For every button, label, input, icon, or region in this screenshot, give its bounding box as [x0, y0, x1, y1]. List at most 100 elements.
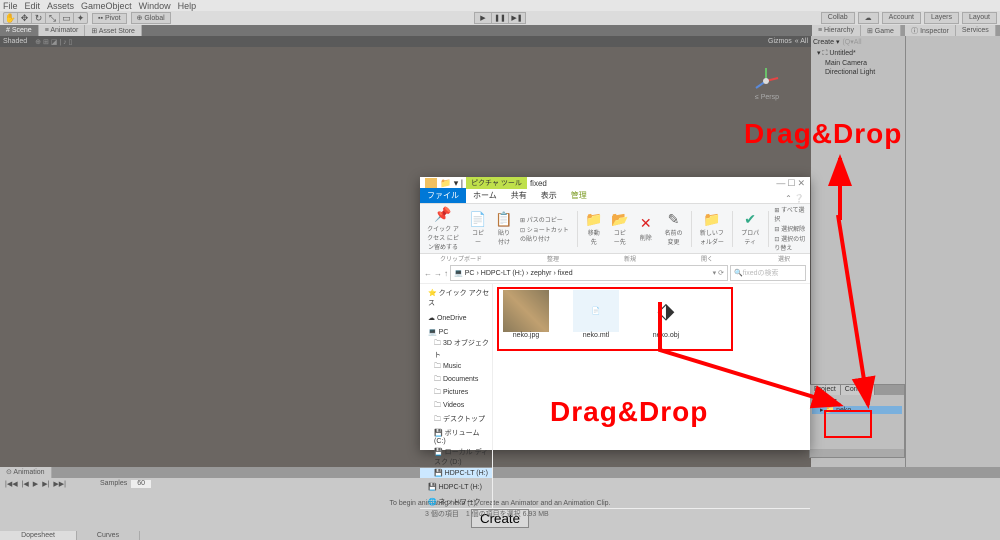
- rib-move[interactable]: 📁移動先: [584, 211, 604, 246]
- ribbon-collapse-icon[interactable]: ⌃ ❔: [785, 194, 804, 203]
- nav-music[interactable]: 🗀 Music: [420, 361, 492, 374]
- nav-hd[interactable]: 💾 HDPC-LT (H:): [420, 468, 492, 478]
- rect-tool[interactable]: ▭: [60, 13, 74, 23]
- max-icon[interactable]: ☐: [787, 178, 795, 189]
- rib-label-clipboard: クリップボード: [440, 254, 482, 263]
- nav-hd2[interactable]: 💾 HDPC-LT (H:): [420, 482, 492, 492]
- ribtab-view[interactable]: 表示: [534, 188, 564, 203]
- menu-assets[interactable]: Assets: [47, 1, 74, 11]
- nav-pc[interactable]: 💻 PC: [420, 327, 492, 337]
- nav-pane[interactable]: ⭐ クイック アクセス ☁ OneDrive 💻 PC 🗀 3D オブジェクト …: [420, 284, 493, 508]
- nav-onedrive[interactable]: ☁ OneDrive: [420, 313, 492, 323]
- toolbar: ✋ ✥ ↻ ⤡ ▭ ✦ ▪▪Pivot ⊕Global ▶ ❚❚ ▶❚ Coll…: [0, 11, 1000, 25]
- nav-videos[interactable]: 🗀 Videos: [420, 400, 492, 413]
- hierarchy-directional-light[interactable]: Directional Light: [813, 68, 903, 77]
- ribtab-home[interactable]: ホーム: [466, 188, 504, 203]
- rib-selectnone[interactable]: ⊟ 選択解除: [774, 224, 806, 233]
- nav-pics[interactable]: 🗀 Pictures: [420, 387, 492, 400]
- menu-gameobject[interactable]: GameObject: [81, 1, 132, 11]
- rib-selectall[interactable]: ⊞ すべて選択: [774, 205, 806, 223]
- tab-services[interactable]: Services: [956, 25, 996, 36]
- anim-first[interactable]: |◀◀: [5, 480, 18, 488]
- rib-prop[interactable]: ✔プロパティ: [739, 211, 762, 246]
- collab-button[interactable]: Collab: [821, 12, 855, 24]
- hierarchy-create[interactable]: Create ▾: [813, 38, 839, 46]
- tab-animation[interactable]: ⊙ Animation: [0, 467, 52, 478]
- project-tabs: Project Console: [810, 385, 904, 395]
- address-path[interactable]: 💻PC›HDPC-LT (H:)›zephyr›fixed ▾ ⟳: [450, 265, 728, 281]
- min-icon[interactable]: —: [776, 178, 785, 189]
- rib-pin[interactable]: 📌クイック アクセス にピン留めする: [424, 207, 462, 251]
- menu-edit[interactable]: Edit: [25, 1, 41, 11]
- dopesheet-tab[interactable]: Dopesheet: [0, 531, 77, 540]
- nav-desk[interactable]: 🗀 デスクトップ: [420, 413, 492, 427]
- transform-tool[interactable]: ✦: [74, 13, 87, 23]
- menu-file[interactable]: File: [3, 1, 18, 11]
- scale-tool[interactable]: ⤡: [46, 13, 60, 23]
- global-button[interactable]: ⊕Global: [131, 12, 171, 24]
- ribtab-manage[interactable]: 管理: [564, 188, 594, 203]
- rib-label-select: 選択: [778, 254, 790, 263]
- menu-help[interactable]: Help: [178, 1, 197, 11]
- nav-3d[interactable]: 🗀 3D オブジェクト: [420, 337, 492, 361]
- hierarchy-scene-root[interactable]: ▾ ⛶ Untitled*: [813, 48, 903, 59]
- close-icon[interactable]: ✕: [797, 178, 805, 189]
- assets-root[interactable]: Assets: [812, 397, 902, 406]
- tab-scene[interactable]: # Scene: [0, 25, 39, 36]
- axis-gizmo[interactable]: [751, 66, 781, 96]
- ribtab-share[interactable]: 共有: [504, 188, 534, 203]
- move-tool[interactable]: ✥: [18, 13, 32, 23]
- rib-copy[interactable]: 📄コピー: [468, 211, 488, 246]
- menu-window[interactable]: Window: [139, 1, 171, 11]
- scene-search[interactable]: « All: [795, 38, 808, 45]
- anim-next[interactable]: ▶|: [42, 480, 49, 488]
- anim-play[interactable]: ▶: [33, 480, 38, 488]
- pause-button[interactable]: ❚❚: [492, 13, 509, 23]
- rib-copyto[interactable]: 📂コピー先: [610, 211, 630, 246]
- hierarchy-search[interactable]: (Q▾All: [842, 38, 861, 46]
- hierarchy-main-camera[interactable]: Main Camera: [813, 59, 903, 68]
- anim-last[interactable]: ▶▶|: [53, 480, 66, 488]
- rib-newfolder[interactable]: 📁新しいフォルダー: [698, 211, 726, 246]
- layers-button[interactable]: Layers: [924, 12, 959, 24]
- rotate-tool[interactable]: ↻: [32, 13, 46, 23]
- nav-quick[interactable]: ⭐ クイック アクセス: [420, 287, 492, 309]
- play-button[interactable]: ▶: [475, 13, 492, 23]
- tab-animator[interactable]: ≡ Animator: [39, 25, 86, 36]
- tab-assetstore[interactable]: ⊞ Asset Store: [85, 25, 142, 36]
- ribtab-file[interactable]: ファイル: [420, 188, 466, 203]
- nav-vol[interactable]: 💾 ボリューム (C:): [420, 427, 492, 446]
- nav-net[interactable]: 🌐 ネットワーク: [420, 496, 492, 508]
- tab-console[interactable]: Console: [841, 385, 876, 395]
- scene-toolbar: Shaded ⊕ ⊞ ◪ | ♪ ▯ Gizmos « All: [0, 36, 811, 47]
- cloud-button[interactable]: ☁: [858, 12, 879, 24]
- up-icon[interactable]: ↑: [444, 269, 448, 278]
- tab-hierarchy[interactable]: ≡ Hierarchy: [812, 25, 861, 36]
- fwd-icon[interactable]: →: [434, 269, 442, 278]
- rib-delete[interactable]: ✕削除: [636, 216, 656, 242]
- back-icon[interactable]: ←: [424, 269, 432, 278]
- nav-docs[interactable]: 🗀 Documents: [420, 374, 492, 387]
- samples-value[interactable]: 60: [131, 480, 151, 488]
- shading-mode[interactable]: Shaded: [3, 38, 27, 45]
- pivot-button[interactable]: ▪▪Pivot: [92, 13, 127, 24]
- rib-selectinv[interactable]: ⊡ 選択の切り替え: [774, 234, 806, 252]
- rib-paste[interactable]: 📋貼り付け: [494, 211, 514, 246]
- step-button[interactable]: ▶❚: [509, 13, 525, 23]
- rib-pathcopy[interactable]: ⊞ パスのコピー: [520, 215, 571, 224]
- tab-inspector[interactable]: ⓘ Inspector: [905, 25, 956, 36]
- rib-rename[interactable]: ✎名前の変更: [662, 211, 685, 246]
- rib-label-organize: 整理: [547, 254, 559, 263]
- nav-local[interactable]: 💾 ローカル ディスク (D:): [420, 446, 492, 468]
- anim-prev[interactable]: |◀: [22, 480, 29, 488]
- gizmos-toggle[interactable]: Gizmos: [768, 38, 792, 45]
- account-button[interactable]: Account: [882, 12, 921, 24]
- rib-shortcut[interactable]: ⊡ ショートカットの貼り付け: [520, 225, 571, 243]
- ribbon: 📌クイック アクセス にピン留めする 📄コピー 📋貼り付け ⊞ パスのコピー ⊡…: [420, 203, 810, 254]
- tab-project[interactable]: Project: [810, 385, 841, 395]
- curves-tab[interactable]: Curves: [77, 531, 140, 540]
- search-input[interactable]: 🔍 fixedの検索: [730, 265, 806, 281]
- layout-button[interactable]: Layout: [962, 12, 997, 24]
- tab-game[interactable]: ⊞ Game: [861, 25, 901, 36]
- hand-tool[interactable]: ✋: [4, 13, 18, 23]
